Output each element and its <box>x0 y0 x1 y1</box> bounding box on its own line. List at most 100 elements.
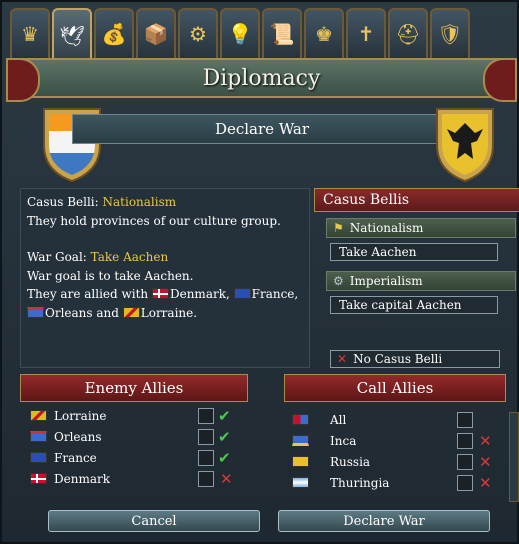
cross-mark-icon: ✕ <box>479 473 492 492</box>
no-casus-belli-option[interactable]: ✕ No Casus Belli <box>330 350 500 368</box>
thuringia-flag-icon <box>292 477 309 488</box>
tab-military[interactable]: ⛑ <box>388 8 428 58</box>
cb-value: Nationalism <box>102 195 177 209</box>
allied-prefix: They are allied with <box>27 287 152 301</box>
ally-checkbox[interactable] <box>457 432 473 449</box>
gear-cb-icon: ⚙ <box>333 274 344 288</box>
ally-france: France, <box>251 287 299 301</box>
check-icon: ✔ <box>218 406 231 425</box>
lorraine-flag-icon <box>30 410 47 421</box>
flag-cb-icon: ⚑ <box>333 221 344 235</box>
ally-name: Russia <box>330 454 371 469</box>
inca-flag-icon <box>292 435 309 446</box>
money-bag-icon: 💰 <box>101 22 127 46</box>
target-country-shield-icon <box>436 108 494 183</box>
crate-icon: 📦 <box>143 22 169 46</box>
cb-goal-take-aachen[interactable]: Take Aachen <box>330 243 498 261</box>
ally-orleans: Orleans and <box>45 305 123 320</box>
list-item: All <box>292 409 502 430</box>
casus-bellis-panel: Casus Bellis ⚑ Nationalism Take Aachen ⚙ I… <box>314 188 519 370</box>
enemy-allies-header: Enemy Allies <box>20 374 248 402</box>
tab-diplomacy[interactable]: 🕊 <box>52 8 92 62</box>
ally-checkbox[interactable] <box>457 411 473 428</box>
declare-war-button[interactable]: Declare War <box>278 510 490 532</box>
tab-technology[interactable]: 💡 <box>220 8 260 58</box>
ally-name: Lorraine <box>54 408 107 423</box>
wargoal-value: Take Aachen <box>90 250 169 264</box>
helmet-icon: ⛑ <box>395 22 421 46</box>
cross-mark-icon: ✕ <box>479 431 492 450</box>
ally-checkbox[interactable] <box>198 428 214 445</box>
ally-name: All <box>330 412 347 427</box>
france-flag-icon <box>30 452 47 463</box>
lorraine-flag-icon <box>122 306 140 318</box>
tab-policies[interactable]: 📜 <box>262 8 302 58</box>
tab-economy[interactable]: 💰 <box>94 8 134 58</box>
cross-mark-icon: ✕ <box>479 452 492 471</box>
all-flags-icon <box>292 414 309 425</box>
cb-explanation: They hold provinces of our culture group… <box>27 213 281 228</box>
ally-name: Denmark <box>54 471 110 486</box>
ally-name: Orleans <box>54 429 102 444</box>
check-icon: ✔ <box>218 448 231 467</box>
orleans-flag-icon <box>27 306 44 318</box>
tab-court[interactable]: ♛ <box>10 8 50 58</box>
cb-goal-take-capital[interactable]: Take capital Aachen <box>330 296 498 314</box>
no-cb-label: No Casus Belli <box>353 352 443 366</box>
orleans-flag-icon <box>30 431 47 442</box>
wargoal-label: War Goal: <box>27 250 91 264</box>
wargoal-explanation: War goal is to take Aachen. <box>27 268 194 283</box>
crown-icon: ♛ <box>21 22 39 46</box>
list-item: Inca ✕ <box>292 430 502 451</box>
ally-checkbox[interactable] <box>457 453 473 470</box>
ally-checkbox[interactable] <box>457 474 473 491</box>
france-flag-icon <box>233 288 251 299</box>
cross-icon: ✝ <box>357 22 375 46</box>
tab-trade[interactable]: 📦 <box>136 8 176 58</box>
cb-label: Casus Belli: <box>27 195 103 209</box>
call-allies-list: All Inca ✕ Russia ✕ Thuringia ✕ <box>292 409 502 493</box>
list-item: Russia ✕ <box>292 451 502 472</box>
gears-icon: ⚙ <box>189 22 207 46</box>
cb-option-label: Nationalism <box>349 221 424 235</box>
close-icon: ✕ <box>337 352 348 366</box>
tab-production[interactable]: ⚙ <box>178 8 218 58</box>
cb-option-label: Imperialism <box>349 274 423 288</box>
call-allies-header: Call Allies <box>284 374 506 402</box>
ally-name: Inca <box>330 433 357 448</box>
enemy-allies-list: Lorraine ✔ Orleans ✔ France ✔ Denmark ✕ <box>30 405 245 489</box>
ally-name: France <box>54 450 97 465</box>
ally-checkbox[interactable] <box>198 407 214 424</box>
list-item: Thuringia ✕ <box>292 472 502 493</box>
cap-icon: ♚ <box>315 22 333 46</box>
denmark-flag-icon <box>30 473 47 484</box>
cancel-button[interactable]: Cancel <box>48 510 260 532</box>
check-icon: ✔ <box>218 427 231 446</box>
list-item: Denmark ✕ <box>30 468 245 489</box>
scroll-icon: 📜 <box>269 22 295 46</box>
ally-denmark: Denmark, <box>169 287 230 301</box>
casus-bellis-header: Casus Bellis <box>314 188 519 212</box>
shield-crest-icon: 🛡 <box>437 22 463 46</box>
ally-checkbox[interactable] <box>198 449 214 466</box>
top-tab-bar: ♛ 🕊 💰 📦 ⚙ 💡 📜 ♚ ✝ ⛑ 🛡 <box>10 8 513 62</box>
cb-option-nationalism[interactable]: ⚑ Nationalism <box>326 218 516 238</box>
declare-war-header: Declare War <box>72 114 452 144</box>
list-item: France ✔ <box>30 447 245 468</box>
list-item: Lorraine ✔ <box>30 405 245 426</box>
tab-government[interactable]: ♚ <box>304 8 344 58</box>
ally-name: Thuringia <box>330 475 390 490</box>
tab-religion[interactable]: ✝ <box>346 8 386 58</box>
lightbulb-icon: 💡 <box>227 22 253 46</box>
diplomacy-window: ♛ 🕊 💰 📦 ⚙ 💡 📜 ♚ ✝ ⛑ 🛡 Diplomacy Declare … <box>0 0 519 544</box>
denmark-flag-icon <box>151 288 169 299</box>
ally-checkbox[interactable] <box>198 470 214 487</box>
ally-lorraine: Lorraine. <box>140 305 198 320</box>
russia-flag-icon <box>292 456 309 467</box>
dove-icon: 🕊 <box>59 24 85 48</box>
call-allies-scrollbar[interactable] <box>509 412 519 502</box>
list-item: Orleans ✔ <box>30 426 245 447</box>
cb-option-imperialism[interactable]: ⚙ Imperialism <box>326 271 516 291</box>
tab-estates[interactable]: 🛡 <box>430 8 470 58</box>
window-title: Diplomacy <box>6 58 517 102</box>
